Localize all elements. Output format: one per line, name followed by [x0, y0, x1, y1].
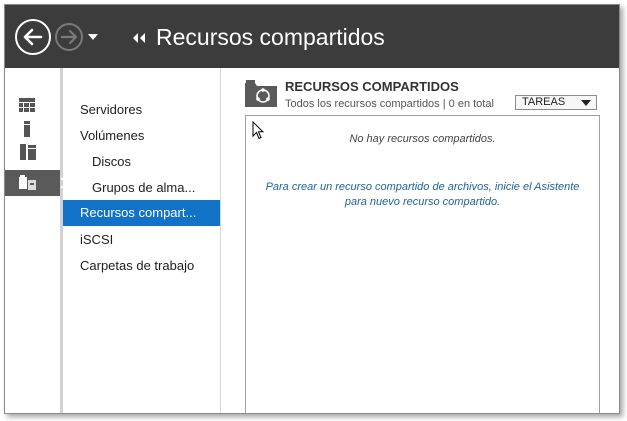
nav-item-volumenes[interactable]: Volúmenes — [63, 123, 220, 149]
dropdown-arrow-icon[interactable] — [87, 31, 99, 43]
nav-item-grupos-almacenamiento[interactable]: Grupos de alma... — [63, 175, 220, 201]
sidebar-icon-file-storage[interactable] — [5, 170, 68, 196]
breadcrumb-arrows-icon — [133, 33, 145, 43]
new-share-wizard-link[interactable]: Para crear un recurso compartido de arch… — [256, 180, 589, 210]
shared-folder-icon — [245, 80, 277, 107]
empty-message: No hay recursos compartidos. — [349, 133, 496, 145]
server-manager-window: Recursos compartidos Servidores Volúmene… — [4, 4, 620, 414]
tasks-label: TAREAS — [522, 96, 566, 108]
page-title: Recursos compartidos — [156, 24, 385, 50]
nav-item-servidores[interactable]: Servidores — [63, 97, 220, 123]
local-server-icon — [24, 121, 30, 137]
nav-item-iscsi[interactable]: iSCSI — [63, 227, 220, 253]
back-arrow-icon — [23, 28, 43, 46]
shares-list-panel: No hay recursos compartidos. Para crear … — [245, 115, 600, 413]
forward-button[interactable] — [55, 23, 83, 51]
file-storage-icon — [19, 175, 36, 190]
nav-item-carpetas-trabajo[interactable]: Carpetas de trabajo — [63, 253, 220, 279]
back-button[interactable] — [15, 19, 51, 55]
navigation-pane: Servidores Volúmenes Discos Grupos de al… — [63, 68, 221, 413]
title-bar: Recursos compartidos — [5, 5, 619, 68]
nav-item-discos[interactable]: Discos — [63, 149, 220, 175]
all-servers-icon — [20, 144, 36, 160]
content-area: RECURSOS COMPARTIDOS Todos los recursos … — [221, 68, 619, 413]
nav-item-recursos-compartidos[interactable]: Recursos compart... — [63, 200, 220, 226]
sidebar-icon-local-server[interactable] — [5, 118, 60, 140]
icon-sidebar — [5, 68, 68, 413]
forward-arrow-icon — [61, 30, 77, 44]
tasks-dropdown[interactable]: TAREAS — [515, 95, 597, 110]
sidebar-icon-all-servers[interactable] — [5, 141, 60, 163]
section-title: RECURSOS COMPARTIDOS — [285, 79, 459, 94]
dashboard-icon — [19, 98, 35, 112]
section-subtitle: Todos los recursos compartidos | 0 en to… — [285, 98, 494, 110]
chevron-down-icon — [581, 100, 591, 106]
sidebar-icon-dashboard[interactable] — [5, 94, 60, 116]
